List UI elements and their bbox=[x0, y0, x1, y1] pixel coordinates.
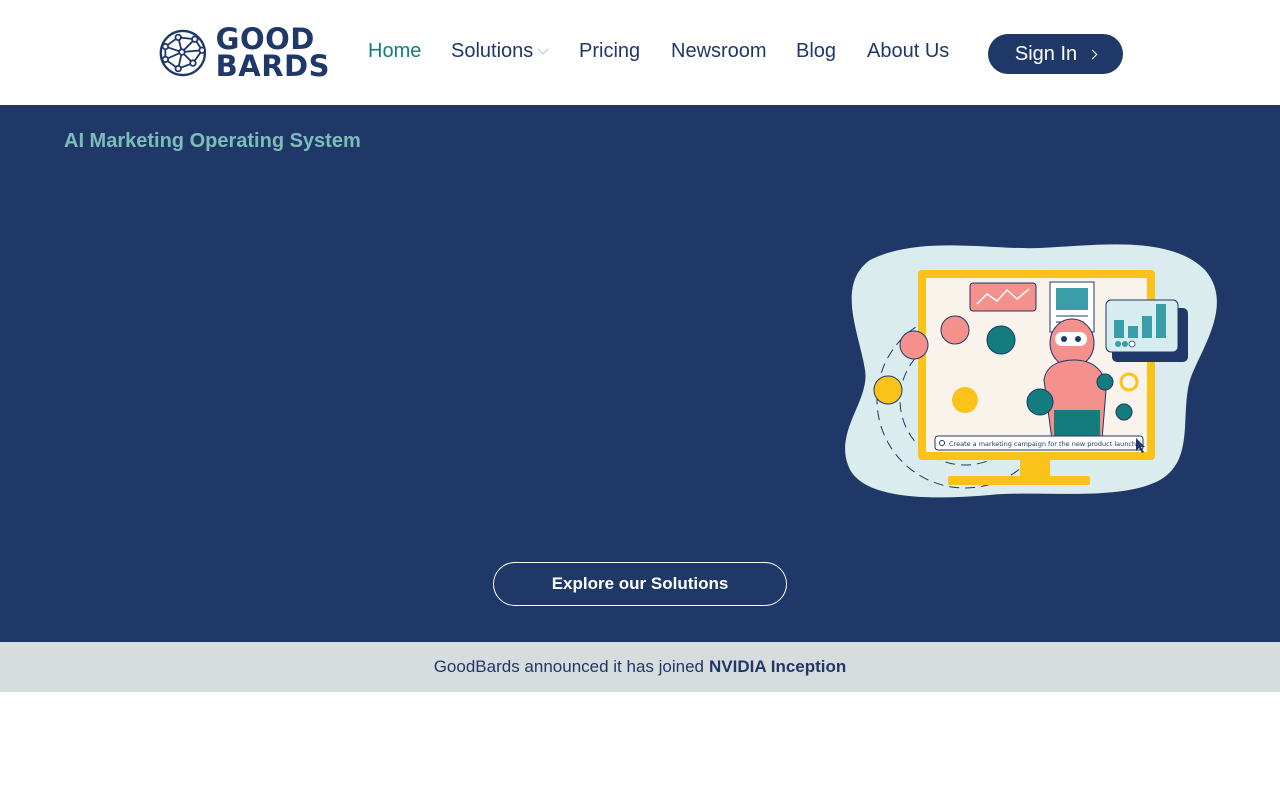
ai-robot-illustration: Create a marketing campaign for the new … bbox=[845, 244, 1217, 498]
hero-section: AI Marketing Operating System Create a m… bbox=[0, 105, 1280, 642]
sign-in-label: Sign In bbox=[1014, 42, 1078, 65]
hero-tagline: AI Marketing Operating System bbox=[64, 130, 361, 152]
sign-in-button[interactable]: Sign In bbox=[988, 34, 1123, 74]
logo-line-2: BARDS bbox=[215, 49, 330, 83]
illustration-prompt-text: Create a marketing campaign for the new … bbox=[949, 440, 1136, 448]
announcement-highlight-link[interactable]: NVIDIA Inception bbox=[709, 657, 846, 677]
nav-home[interactable]: Home bbox=[368, 40, 421, 63]
nav-about-us[interactable]: About Us bbox=[867, 40, 949, 63]
site-header: GOOD BARDS Home Solutions Pricing Newsro… bbox=[0, 0, 1280, 105]
nav-solutions[interactable]: Solutions bbox=[451, 40, 549, 63]
network-globe-icon bbox=[159, 29, 207, 77]
goodbards-logo[interactable]: GOOD BARDS bbox=[158, 25, 330, 83]
nav-newsroom[interactable]: Newsroom bbox=[671, 40, 767, 63]
nav-blog[interactable]: Blog bbox=[796, 40, 836, 63]
nav-pricing[interactable]: Pricing bbox=[579, 40, 640, 63]
announcement-bar[interactable]: GoodBards announced it has joined NVIDIA… bbox=[0, 642, 1280, 692]
chevron-right-icon bbox=[1087, 49, 1098, 59]
chevron-down-icon bbox=[537, 43, 549, 55]
announcement-text: GoodBards announced it has joined bbox=[433, 657, 705, 676]
nav-solutions-label: Solutions bbox=[451, 40, 534, 62]
logo-wordmark: GOOD BARDS bbox=[215, 25, 330, 83]
explore-solutions-button[interactable]: Explore our Solutions bbox=[493, 562, 787, 606]
